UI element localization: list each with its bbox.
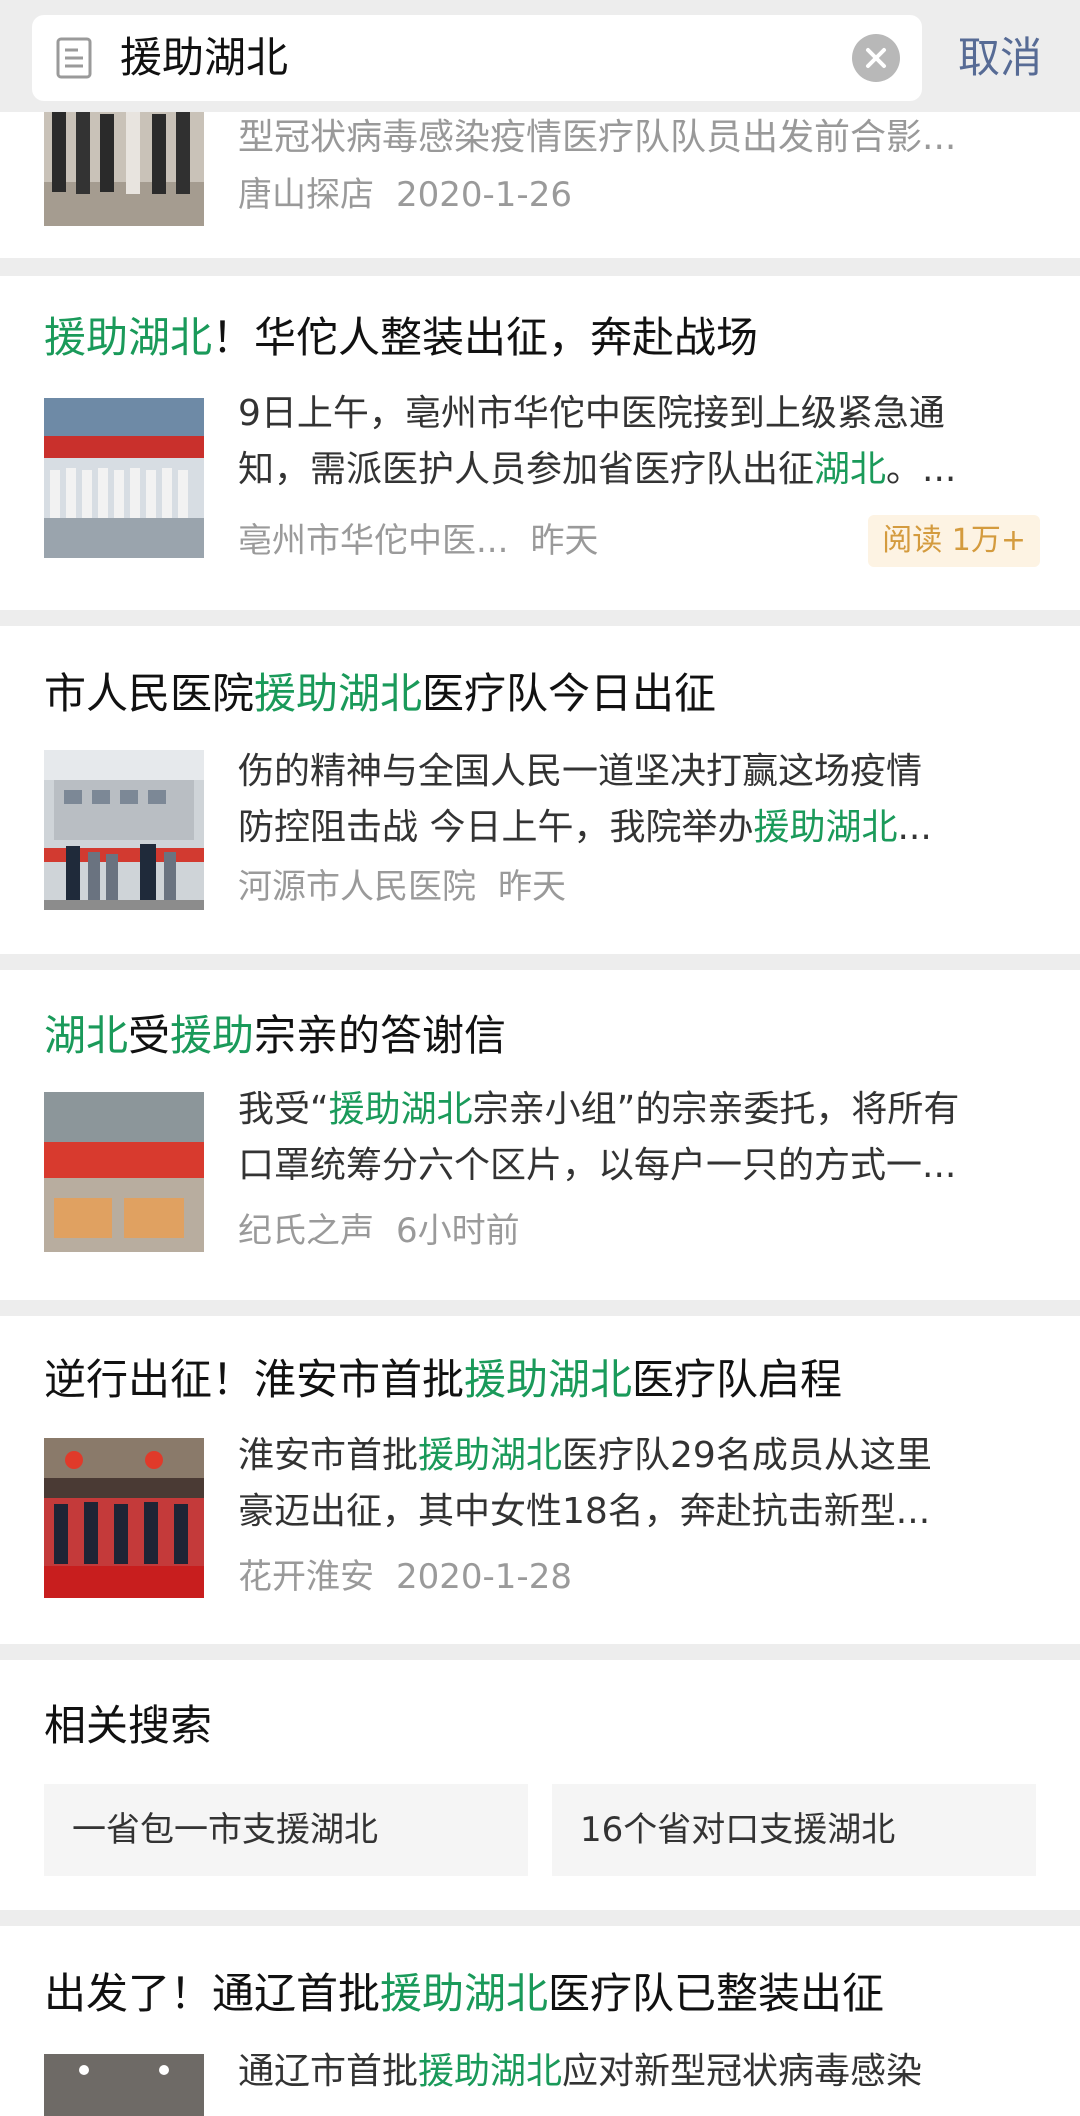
result-thumbnail: [44, 2054, 204, 2116]
result-title[interactable]: 援助湖北！华佗人整装出征，奔赴战场: [44, 308, 758, 368]
result-title[interactable]: 湖北受援助宗亲的答谢信: [44, 1006, 506, 1066]
related-search-chip[interactable]: 16个省对口支援湖北: [552, 1784, 1036, 1876]
result-meta: 唐山探店 2020-1-26: [238, 170, 572, 220]
result-source[interactable]: 花开淮安: [238, 1557, 374, 1597]
result-source[interactable]: 纪氏之声: [238, 1211, 374, 1251]
result-date: 昨天: [498, 867, 566, 907]
result-thumbnail: [44, 1092, 204, 1252]
result-title[interactable]: 出发了！通辽首批援助湖北医疗队已整装出征: [44, 1964, 884, 2024]
result-snippet: 我受“援助湖北宗亲小组”的宗亲委托，将所有 口罩统筹分六个区片，以每户一只的方式…: [238, 1089, 960, 1186]
result-item[interactable]: 逆行出征！淮安市首批援助湖北医疗队启程 淮安市首批援助湖北医疗队29名成员从这里…: [0, 1316, 1080, 1644]
result-source[interactable]: 唐山探店: [238, 175, 374, 215]
result-thumbnail: [44, 398, 204, 558]
result-item[interactable]: 型冠状病毒感染疫情医疗队队员出发前合影... 唐山探店 2020-1-26: [0, 102, 1080, 258]
cancel-button[interactable]: 取消: [958, 15, 1042, 101]
result-title[interactable]: 市人民医院援助湖北医疗队今日出征: [44, 664, 716, 724]
result-thumbnail: [44, 750, 204, 910]
clear-search-button[interactable]: [852, 34, 900, 82]
result-thumbnail: [44, 102, 204, 226]
search-bar: 援助湖北 取消: [0, 0, 1080, 112]
result-meta: 花开淮安 2020-1-28: [238, 1552, 572, 1602]
result-meta: 纪氏之声 6小时前: [238, 1206, 520, 1256]
search-box[interactable]: 援助湖北: [32, 15, 922, 101]
result-item[interactable]: 援助湖北！华佗人整装出征，奔赴战场 9日上午，亳州市华佗中医院接到上级紧急通 知…: [0, 276, 1080, 610]
result-item[interactable]: 出发了！通辽首批援助湖北医疗队已整装出征 通辽市首批援助湖北应对新型冠状病毒感染: [0, 1926, 1080, 2116]
result-snippet: 9日上午，亳州市华佗中医院接到上级紧急通 知，需派医护人员参加省医疗队出征湖北。…: [238, 393, 957, 490]
related-searches-title: 相关搜索: [44, 1701, 213, 1750]
result-date: 2020-1-28: [396, 1557, 572, 1597]
result-date: 昨天: [530, 521, 599, 561]
close-icon: [866, 48, 886, 68]
result-snippet: 淮安市首批援助湖北医疗队29名成员从这里 豪迈出征，其中女性18名，奔赴抗击新型…: [238, 1435, 932, 1532]
result-source[interactable]: 河源市人民医院: [238, 867, 476, 907]
result-title[interactable]: 逆行出征！淮安市首批援助湖北医疗队启程: [44, 1350, 842, 1410]
result-meta: 亳州市华佗中医... 昨天: [238, 516, 598, 566]
related-searches: 相关搜索 一省包一市支援湖北 16个省对口支援湖北: [0, 1660, 1080, 1910]
result-thumbnail: [44, 1438, 204, 1598]
result-source[interactable]: 亳州市华佗中医...: [238, 521, 508, 561]
related-search-chip[interactable]: 一省包一市支援湖北: [44, 1784, 528, 1876]
result-snippet: 伤的精神与全国人民一道坚决打赢这场疫情 防控阻击战 今日上午，我院举办援助湖北.…: [238, 751, 932, 848]
result-item[interactable]: 市人民医院援助湖北医疗队今日出征 伤的精神与全国人民一道坚决打赢这场疫情 防控阻…: [0, 626, 1080, 954]
search-input[interactable]: 援助湖北: [120, 15, 288, 101]
result-date: 6小时前: [396, 1211, 520, 1251]
read-count-badge: 阅读 1万+: [868, 515, 1040, 567]
result-snippet: 通辽市首批援助湖北应对新型冠状病毒感染: [238, 2051, 923, 2092]
article-icon: [56, 37, 92, 79]
result-item[interactable]: 湖北受援助宗亲的答谢信 我受“援助湖北宗亲小组”的宗亲委托，将所有 口罩统筹分六…: [0, 970, 1080, 1300]
result-meta: 河源市人民医院 昨天: [238, 862, 566, 912]
result-date: 2020-1-26: [396, 175, 572, 215]
result-snippet: 型冠状病毒感染疫情医疗队队员出发前合影...: [238, 117, 957, 158]
